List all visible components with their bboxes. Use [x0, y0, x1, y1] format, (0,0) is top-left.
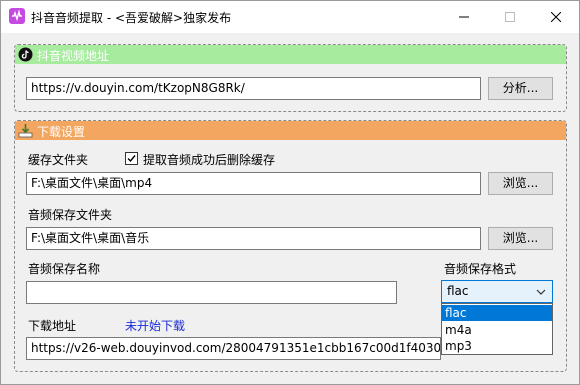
app-window: 抖音音频提取 - <吾爱破解>独家发布 抖音视频地址 https://v.dou…	[0, 0, 580, 385]
window-title: 抖音音频提取 - <吾爱破解>独家发布	[31, 11, 232, 25]
download-settings-group-header: 下载设置	[15, 121, 566, 140]
format-option-m4a[interactable]: m4a	[442, 322, 552, 338]
audio-format-select[interactable]: flac	[441, 280, 553, 303]
audio-format-selected: flac	[447, 284, 469, 298]
video-url-input[interactable]: https://v.douyin.com/tKzopN8G8Rk/	[26, 77, 481, 100]
audio-folder-label: 音频保存文件夹	[28, 208, 113, 222]
format-option-mp3[interactable]: mp3	[442, 338, 552, 354]
delete-cache-checkbox[interactable]	[125, 152, 138, 165]
video-url-group-header: 抖音视频地址	[15, 45, 566, 64]
audio-format-label: 音频保存格式	[444, 262, 517, 276]
maximize-button[interactable]	[487, 1, 533, 33]
minimize-button[interactable]	[441, 1, 487, 33]
browse-cache-button[interactable]: 浏览...	[488, 172, 553, 195]
audio-format-dropdown: flac m4a mp3	[441, 303, 553, 355]
download-settings-group-title: 下载设置	[37, 125, 86, 139]
download-url-input[interactable]: https://v26-web.douyinvod.com/2800479135…	[26, 337, 441, 360]
analyze-button[interactable]: 分析...	[488, 77, 553, 100]
cache-folder-label: 缓存文件夹	[28, 153, 89, 167]
audio-folder-input[interactable]: F:\桌面文件\桌面\音乐	[26, 227, 481, 250]
close-button[interactable]	[533, 1, 579, 33]
app-audio-icon	[9, 8, 25, 24]
maximize-icon	[505, 12, 515, 22]
audio-name-input[interactable]	[26, 281, 397, 304]
audio-name-label: 音频保存名称	[28, 262, 101, 276]
download-url-label: 下载地址	[28, 319, 77, 333]
format-option-flac[interactable]: flac	[442, 305, 552, 321]
video-url-group-title: 抖音视频地址	[37, 49, 110, 63]
title-bar[interactable]: 抖音音频提取 - <吾爱破解>独家发布	[1, 1, 579, 33]
cache-folder-input[interactable]: F:\桌面文件\桌面\mp4	[26, 172, 481, 195]
browse-audio-button[interactable]: 浏览...	[488, 227, 553, 250]
minimize-icon	[459, 16, 469, 18]
delete-cache-label[interactable]: 提取音频成功后删除缓存	[143, 151, 275, 168]
chevron-down-icon	[536, 286, 546, 300]
download-status-text: 未开始下载	[125, 319, 186, 333]
close-icon	[551, 12, 561, 22]
tiktok-icon	[18, 47, 33, 62]
checkmark-icon	[127, 155, 136, 163]
download-icon	[18, 123, 33, 138]
